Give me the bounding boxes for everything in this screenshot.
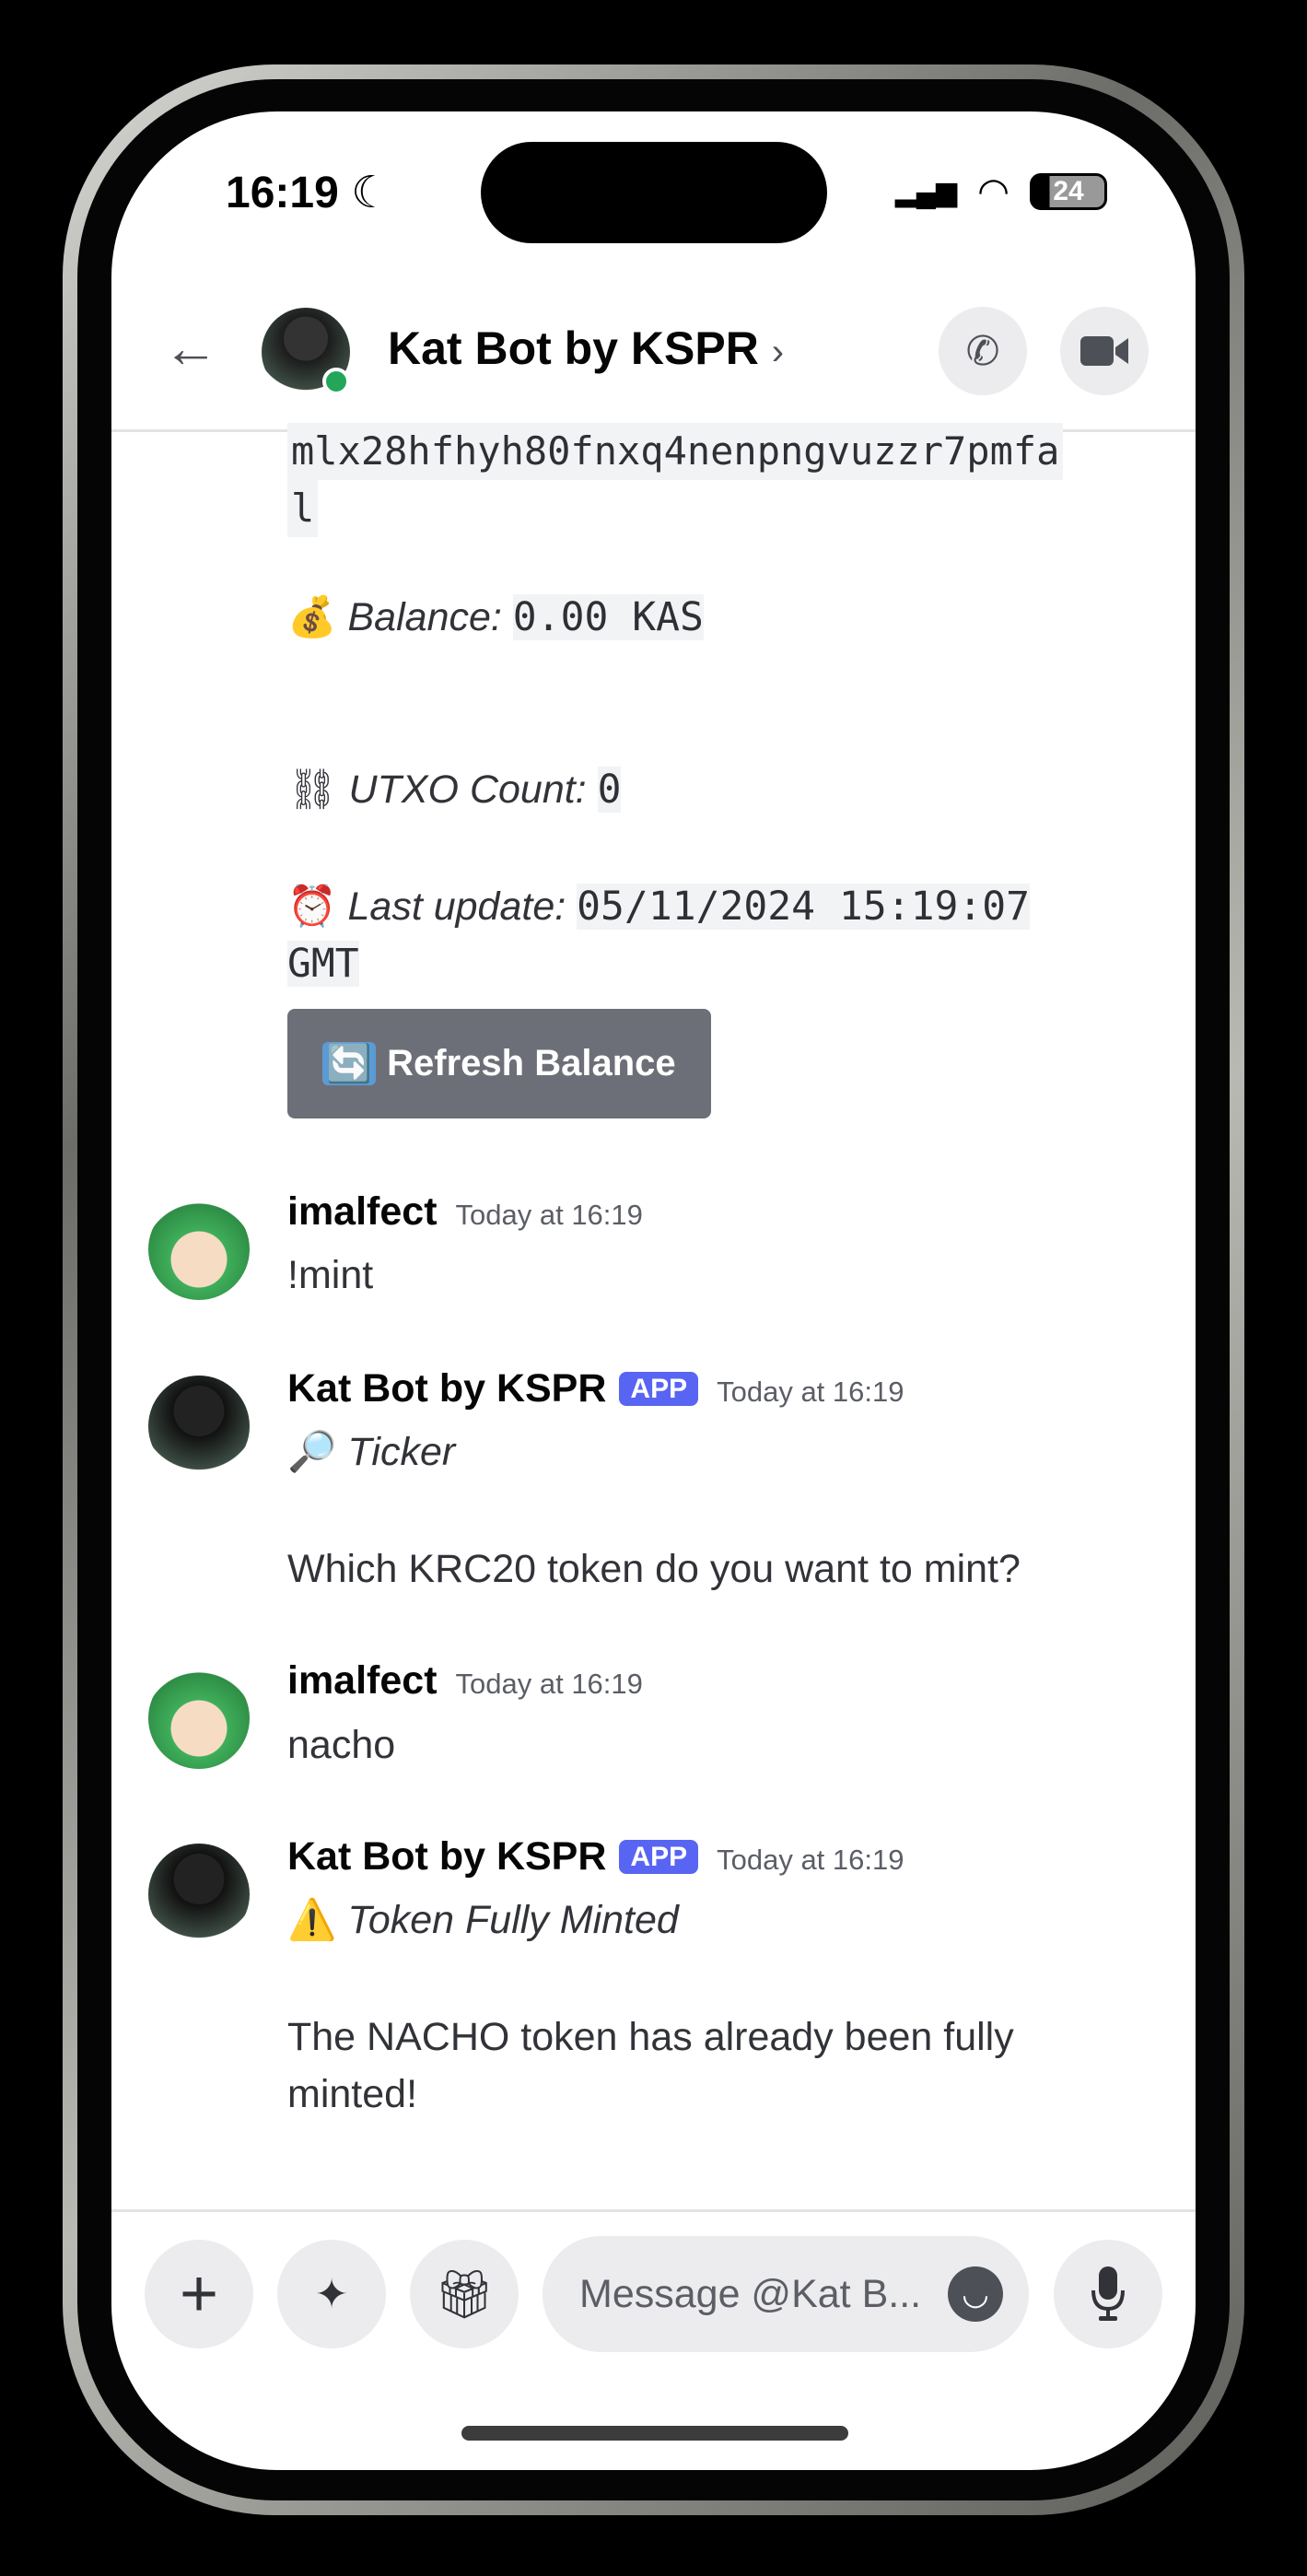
apps-button[interactable]: ✦ — [277, 2240, 386, 2348]
channel-title[interactable]: Kat Bot by KSPR › — [388, 322, 784, 375]
address-line-1: mlx28hfhyh80fnxq4nenpngvuzzr7pmfa — [287, 423, 1064, 480]
composer-divider — [111, 2209, 1196, 2212]
embed-title: ⚠️ Token Fully Minted — [287, 1891, 679, 1949]
message-header: imalfect Today at 16:19 — [287, 1189, 643, 1235]
update-timezone: GMT — [287, 941, 359, 987]
timestamp: Today at 16:19 — [717, 1844, 904, 1876]
message-header: imalfect Today at 16:19 — [287, 1658, 643, 1704]
utxo-value: 0 — [597, 767, 622, 813]
alarm-clock-icon: ⏰ — [287, 884, 337, 929]
online-status-dot — [322, 368, 350, 395]
embed-title-text: Token Fully Minted — [347, 1898, 679, 1942]
balance-label: Balance: — [347, 595, 502, 639]
address-line-2: l — [287, 480, 319, 537]
app-badge: APP — [619, 1840, 699, 1874]
embed-title-text: Ticker — [347, 1430, 456, 1474]
message-text: !mint — [287, 1253, 374, 1297]
phone-icon: ✆ — [965, 328, 1000, 374]
chevron-right-icon: › — [771, 332, 785, 372]
magnifier-icon: 🔎 — [287, 1430, 337, 1474]
microphone-icon — [1091, 2266, 1125, 2321]
user-avatar[interactable] — [148, 1668, 250, 1769]
warning-icon: ⚠️ — [287, 1898, 337, 1942]
balance-value: 0.00 KAS — [512, 594, 704, 640]
utxo-label: UTXO Count: — [348, 767, 587, 812]
refresh-icon: 🔄 — [322, 1042, 377, 1085]
chain-icon: ⛓ — [287, 767, 338, 812]
message-text: Which KRC20 token do you want to mint? — [287, 1547, 1021, 1591]
app-badge: APP — [619, 1372, 699, 1406]
timestamp: Today at 16:19 — [455, 1199, 643, 1231]
message-header: Kat Bot by KSPR APP Today at 16:19 — [287, 1366, 904, 1411]
utxo-row: ⛓ UTXO Count: 0 — [287, 761, 622, 818]
author-name[interactable]: Kat Bot by KSPR — [287, 1834, 606, 1879]
apps-icon: ✦ — [314, 2271, 349, 2317]
video-camera-icon — [1080, 336, 1128, 366]
author-name[interactable]: imalfect — [287, 1189, 438, 1234]
status-time: 16:19 ☾ — [226, 167, 391, 218]
message-header: Kat Bot by KSPR APP Today at 16:19 — [287, 1834, 904, 1879]
refresh-label: Refresh Balance — [387, 1043, 676, 1083]
time-text: 16:19 — [226, 169, 339, 217]
author-name[interactable]: Kat Bot by KSPR — [287, 1366, 606, 1411]
emoji-icon[interactable]: ◡ — [948, 2266, 1003, 2322]
voice-message-button[interactable] — [1054, 2240, 1162, 2348]
balance-row: 💰 Balance: 0.00 KAS — [287, 589, 704, 646]
message-text: nacho — [287, 1723, 396, 1767]
last-update-row: ⏰ Last update: 05/11/2024 15:19:07 GMT — [287, 878, 1162, 992]
user-avatar[interactable] — [148, 1199, 250, 1300]
battery-icon: 24 — [1030, 173, 1107, 210]
bot-avatar[interactable] — [148, 1844, 250, 1945]
update-label: Last update: — [347, 884, 566, 929]
bot-avatar[interactable] — [148, 1376, 250, 1477]
money-bag-icon: 💰 — [287, 595, 337, 639]
attach-button[interactable]: + — [145, 2240, 253, 2348]
title-text: Kat Bot by KSPR — [388, 322, 759, 374]
signal-icon: ▂▄▆ — [894, 176, 958, 207]
author-name[interactable]: imalfect — [287, 1658, 438, 1703]
refresh-balance-button[interactable]: 🔄 Refresh Balance — [287, 1009, 711, 1118]
message-text: The NACHO token has already been fully m… — [287, 2015, 1014, 2116]
moon-icon: ☾ — [351, 169, 391, 217]
plus-icon: + — [179, 2257, 219, 2331]
embed-title: 🔎 Ticker — [287, 1423, 455, 1481]
gift-icon: 🎁︎ — [433, 2267, 495, 2322]
status-icons: ▂▄▆ ◠ 24 — [895, 170, 1107, 213]
timestamp: Today at 16:19 — [455, 1668, 643, 1700]
message-input[interactable]: Message @Kat B... ◡ — [543, 2236, 1029, 2352]
video-call-button[interactable] — [1060, 307, 1149, 395]
screen: 16:19 ☾ ▂▄▆ ◠ 24 ← Kat Bot by KSPR › ✆ m… — [111, 111, 1196, 2470]
timestamp: Today at 16:19 — [717, 1376, 904, 1408]
update-value: 05/11/2024 15:19:07 — [577, 884, 1031, 930]
dynamic-island — [481, 142, 827, 243]
voice-call-button[interactable]: ✆ — [939, 307, 1027, 395]
wifi-icon: ◠ — [977, 171, 1009, 212]
message-placeholder: Message @Kat B... — [579, 2271, 922, 2316]
home-indicator[interactable] — [461, 2426, 848, 2441]
wallet-address: mlx28hfhyh80fnxq4nenpngvuzzr7pmfa l — [287, 423, 1064, 537]
back-button[interactable]: ← — [163, 316, 218, 380]
gift-button[interactable]: 🎁︎ — [410, 2240, 519, 2348]
